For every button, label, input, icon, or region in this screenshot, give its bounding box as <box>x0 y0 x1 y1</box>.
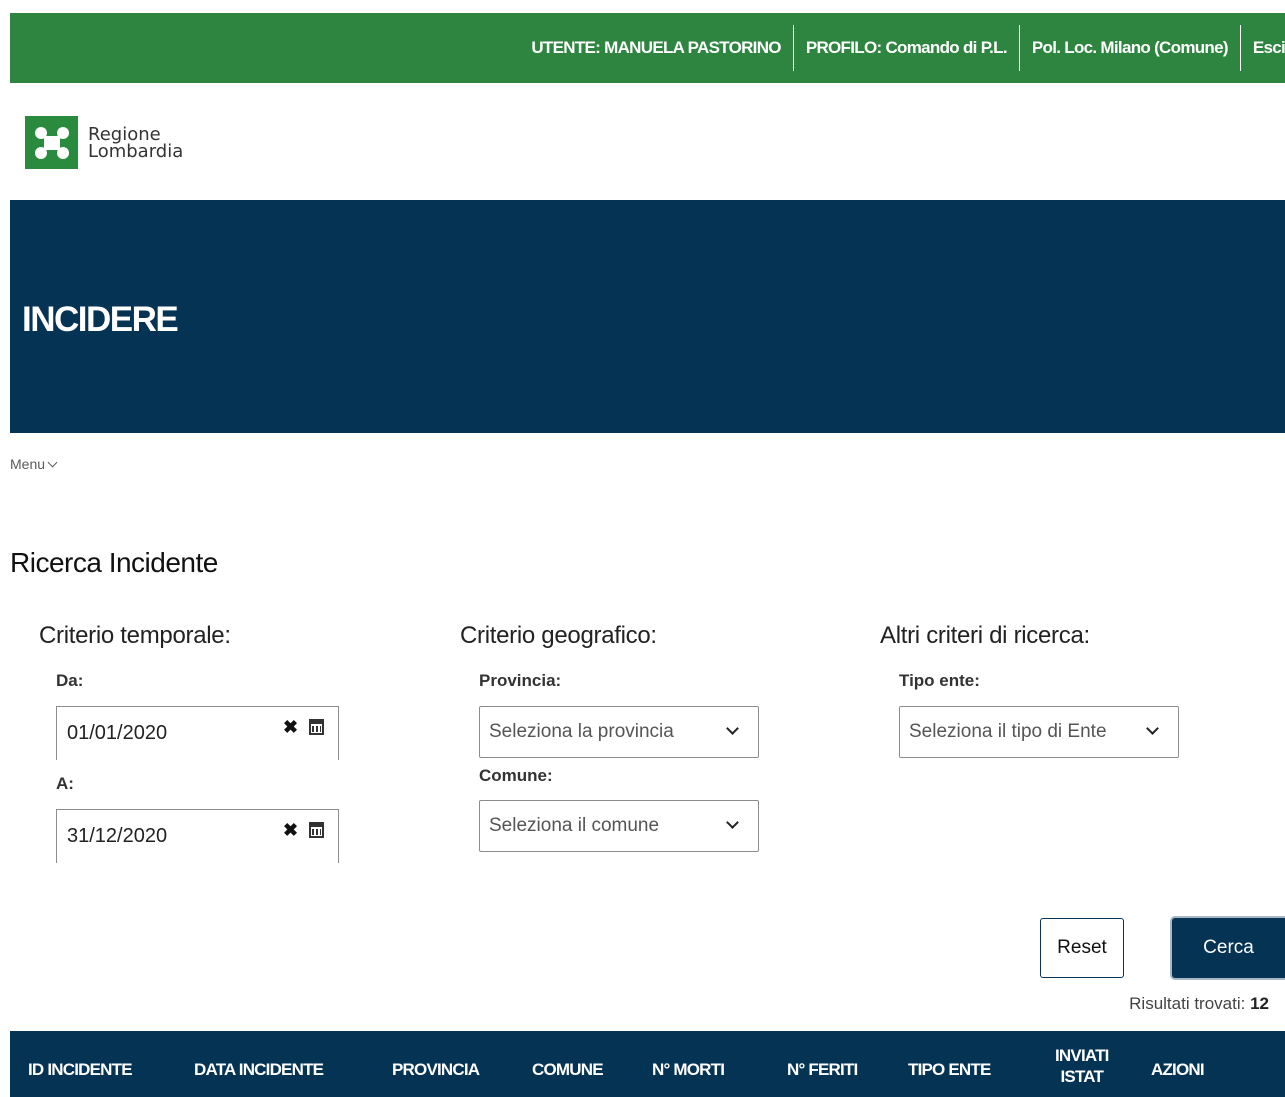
user-name: UTENTE: MANUELA PASTORINO <box>531 38 781 57</box>
column-header[interactable]: N° MORTI <box>652 1060 725 1080</box>
calendar-icon[interactable] <box>309 822 324 838</box>
column-header[interactable]: AZIONI <box>1151 1060 1205 1080</box>
calendar-icon[interactable] <box>309 719 324 735</box>
date-to-field[interactable]: 31/12/2020 ✖ <box>56 809 339 863</box>
province-select[interactable]: Seleziona la provincia <box>479 706 759 758</box>
results-table-header: ID INCIDENTE DATA INCIDENTE PROVINCIA CO… <box>10 1031 1285 1097</box>
column-header-line: ISTAT <box>1060 1067 1104 1086</box>
ente-type-select[interactable]: Seleziona il tipo di Ente <box>899 706 1179 758</box>
ente-type-select-value: Seleziona il tipo di Ente <box>909 721 1107 742</box>
chevron-down-icon <box>726 816 739 829</box>
ente-type-label: Tipo ente: <box>899 671 980 690</box>
comune-select-value: Seleziona il comune <box>489 815 660 836</box>
column-header[interactable]: COMUNE <box>532 1060 604 1080</box>
column-header-line: INVIATI <box>1055 1046 1109 1065</box>
reset-button[interactable]: Reset <box>1040 918 1124 978</box>
date-from-field[interactable]: 01/01/2020 ✖ <box>56 706 339 760</box>
brand-name: Regione Lombardia <box>88 123 184 162</box>
results-number: 12 <box>1250 994 1269 1013</box>
date-from-value: 01/01/2020 <box>67 722 168 744</box>
comune-select[interactable]: Seleziona il comune <box>479 800 759 852</box>
brand-line-2: Lombardia <box>88 140 184 162</box>
app-title: INCIDERE <box>22 300 179 339</box>
column-header[interactable]: N° FERITI <box>787 1060 858 1080</box>
regione-lombardia-logo[interactable]: Regione Lombardia <box>25 116 183 169</box>
menu-label: Menu <box>10 456 46 472</box>
column-header[interactable]: PROVINCIA <box>392 1060 480 1080</box>
column-header[interactable]: ID INCIDENTE <box>28 1060 133 1080</box>
province-select-value: Seleziona la provincia <box>489 721 674 742</box>
other-criteria: Altri criteri di ricerca: <box>880 622 1090 650</box>
column-header[interactable]: INVIATI ISTAT <box>1055 1045 1109 1087</box>
temporal-criteria: Criterio temporale: <box>39 622 231 650</box>
geographic-criteria: Criterio geografico: <box>460 622 657 650</box>
date-from-label: Da: <box>56 671 84 690</box>
column-header[interactable]: TIPO ENTE <box>908 1060 991 1080</box>
search-button[interactable]: Cerca <box>1172 918 1285 978</box>
brand-line-1: Regione <box>88 123 161 145</box>
chevron-down-icon <box>1146 722 1159 735</box>
clear-icon[interactable]: ✖ <box>283 820 298 841</box>
column-header[interactable]: DATA INCIDENTE <box>194 1060 324 1080</box>
date-to-label: A: <box>56 774 74 793</box>
app-header-banner: INCIDERE <box>10 200 1285 433</box>
chevron-down-icon <box>47 457 58 467</box>
page-title: Ricerca Incidente <box>10 547 218 578</box>
temporal-criteria-title: Criterio temporale: <box>39 622 231 649</box>
logout-link[interactable]: Esci <box>1241 26 1285 70</box>
regione-logo-icon <box>25 116 78 169</box>
results-label: Risultati trovati: <box>1129 994 1246 1013</box>
chevron-down-icon <box>726 722 739 735</box>
results-count: Risultati trovati: 12 <box>1129 994 1269 1014</box>
province-label: Provincia: <box>479 671 562 690</box>
date-to-value: 31/12/2020 <box>67 825 168 847</box>
top-user-bar: UTENTE: MANUELA PASTORINO PROFILO: Coman… <box>10 13 1285 83</box>
other-criteria-title: Altri criteri di ricerca: <box>880 622 1090 649</box>
user-entity: Pol. Loc. Milano (Comune) <box>1031 38 1229 57</box>
geographic-criteria-title: Criterio geografico: <box>460 622 657 649</box>
menu-toggle[interactable]: Menu <box>10 456 58 472</box>
clear-icon[interactable]: ✖ <box>283 717 298 738</box>
user-profile: PROFILO: Comando di P.L. <box>805 38 1008 57</box>
comune-label: Comune: <box>479 766 553 785</box>
